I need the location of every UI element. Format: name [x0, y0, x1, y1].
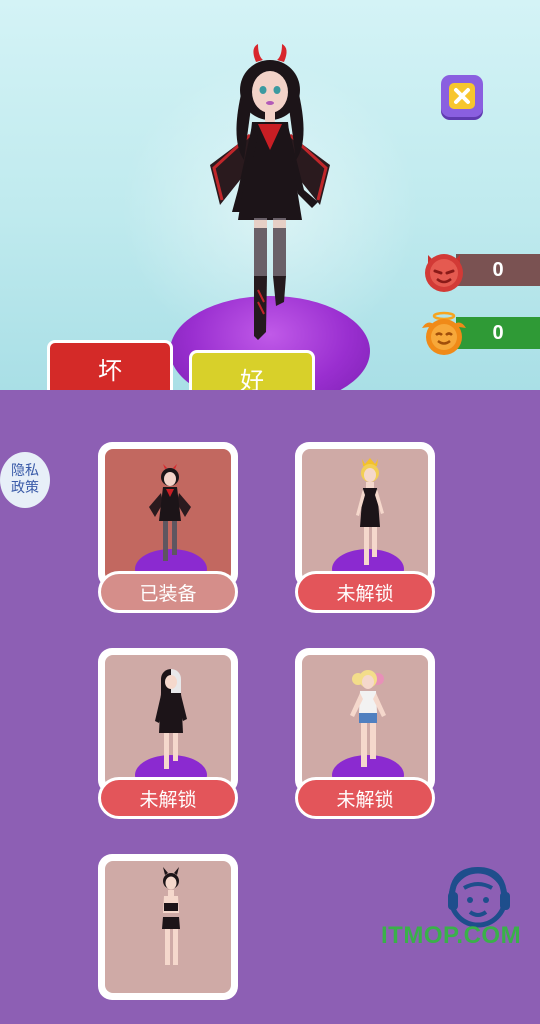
harley-figure [350, 670, 386, 767]
watermark-text: ITMOP.COM [381, 922, 522, 949]
status-button[interactable]: 未解锁 [98, 777, 238, 819]
angel-face-icon [422, 311, 466, 355]
horned-figure [162, 867, 180, 965]
devil-face-icon [425, 254, 463, 292]
status-button[interactable]: 已装备 [98, 571, 238, 613]
split-hair-figure [155, 669, 187, 769]
close-icon [449, 83, 475, 109]
queen-figure [356, 458, 384, 565]
status-button[interactable]: 未解锁 [295, 571, 435, 613]
devil-character [210, 44, 330, 340]
privacy-policy-button[interactable]: 隐私 政策 [0, 452, 50, 508]
character-card-devil[interactable]: 已装备 [98, 442, 238, 613]
bad-score-value: 0 [456, 254, 540, 286]
good-score-counter: 0 [420, 310, 540, 355]
bad-score-counter: 0 [420, 247, 540, 292]
good-score-value: 0 [456, 317, 540, 349]
character-card-split-hair[interactable]: 未解锁 [98, 648, 238, 819]
good-mode-tab[interactable]: 好 [189, 350, 315, 390]
status-button[interactable]: 未解锁 [295, 777, 435, 819]
character-card-horned[interactable] [98, 854, 238, 1024]
character-card-harley[interactable]: 未解锁 [295, 648, 435, 819]
privacy-label-line1: 隐私 [11, 463, 39, 479]
character-stage: 0 0 坏 好 [0, 0, 540, 390]
devil-figure [149, 464, 191, 561]
character-thumbnail [105, 861, 231, 993]
character-card-queen[interactable]: 未解锁 [295, 442, 435, 613]
bad-mode-tab[interactable]: 坏 [47, 340, 173, 390]
character-thumbnail [105, 449, 231, 581]
character-thumbnail [302, 449, 428, 581]
privacy-label-line2: 政策 [11, 480, 39, 496]
close-button[interactable] [441, 75, 483, 117]
character-thumbnail [302, 655, 428, 787]
character-thumbnail [105, 655, 231, 787]
